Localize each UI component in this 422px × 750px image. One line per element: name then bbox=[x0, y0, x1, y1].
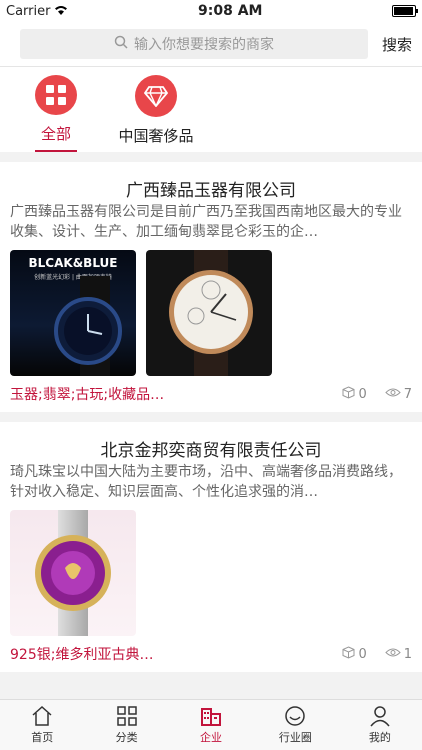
category-tabs: 全部 中国奢侈品 bbox=[0, 67, 422, 152]
tab-industry[interactable]: 行业圈 bbox=[253, 700, 337, 750]
cube-icon bbox=[342, 385, 355, 403]
search-input[interactable]: 输入你想要搜索的商家 bbox=[20, 29, 368, 59]
company-card[interactable]: 北京金邦奕商贸有限责任公司 琦凡珠宝以中国大陆为主要市场，沿中、高端奢侈品消费路… bbox=[0, 422, 422, 672]
home-icon bbox=[32, 705, 52, 726]
status-bar: Carrier 9:08 AM bbox=[0, 0, 422, 22]
eye-icon bbox=[385, 647, 401, 662]
company-tags: 玉器;翡翠;古玩;收藏品… bbox=[10, 387, 165, 403]
tab-enterprise[interactable]: 企业 bbox=[169, 700, 253, 750]
user-icon bbox=[370, 706, 390, 727]
category-label: 全部 bbox=[34, 123, 77, 152]
wifi-icon bbox=[54, 4, 68, 19]
search-bar: 输入你想要搜索的商家 搜索 bbox=[0, 22, 422, 67]
search-button[interactable]: 搜索 bbox=[368, 34, 412, 55]
category-label: 中国奢侈品 bbox=[118, 127, 194, 145]
tab-category[interactable]: 分类 bbox=[84, 700, 168, 750]
image-caption: BLCAK&BLUE bbox=[28, 256, 118, 270]
clock: 9:08 AM bbox=[198, 3, 263, 19]
search-placeholder: 输入你想要搜索的商家 bbox=[134, 37, 274, 53]
comment-count: 0 bbox=[342, 385, 367, 403]
bottom-tab-bar: 首页 分类 企业 行业圈 我的 bbox=[0, 699, 422, 750]
eye-icon bbox=[385, 387, 401, 402]
tab-home[interactable]: 首页 bbox=[0, 700, 84, 750]
category-all[interactable]: 全部 bbox=[6, 67, 106, 152]
grid-icon bbox=[35, 75, 77, 115]
battery-icon bbox=[392, 5, 418, 17]
view-count: 7 bbox=[385, 387, 412, 402]
product-image[interactable] bbox=[10, 510, 136, 636]
grid-icon bbox=[116, 706, 137, 726]
circle-icon bbox=[285, 706, 306, 726]
company-description: 广西臻品玉器有限公司是目前广西乃至我国西南地区最大的专业收集、设计、生产、加工缅… bbox=[10, 204, 402, 240]
company-tags: 925银;维多利亚古典… bbox=[10, 647, 154, 663]
building-icon bbox=[201, 708, 222, 726]
comment-count: 0 bbox=[342, 645, 367, 663]
tab-profile[interactable]: 我的 bbox=[338, 700, 422, 750]
product-image[interactable]: BLCAK&BLUE 创新蓝光幻彩 | 曲面加硬表镜 bbox=[10, 250, 136, 376]
diamond-icon bbox=[135, 75, 177, 117]
product-image[interactable] bbox=[146, 250, 272, 376]
search-icon bbox=[114, 35, 128, 53]
view-count: 1 bbox=[385, 647, 412, 662]
company-title: 北京金邦奕商贸有限责任公司 bbox=[100, 441, 322, 461]
carrier-label: Carrier bbox=[6, 3, 51, 19]
company-description: 琦凡珠宝以中国大陆为主要市场，沿中、高端奢侈品消费路线，针对收入稳定、知识层面高… bbox=[10, 464, 402, 500]
company-title: 广西臻品玉器有限公司 bbox=[126, 181, 296, 201]
company-card[interactable]: 广西臻品玉器有限公司 广西臻品玉器有限公司是目前广西乃至我国西南地区最大的专业收… bbox=[0, 162, 422, 412]
cube-icon bbox=[342, 645, 355, 663]
category-luxury[interactable]: 中国奢侈品 bbox=[106, 67, 206, 152]
